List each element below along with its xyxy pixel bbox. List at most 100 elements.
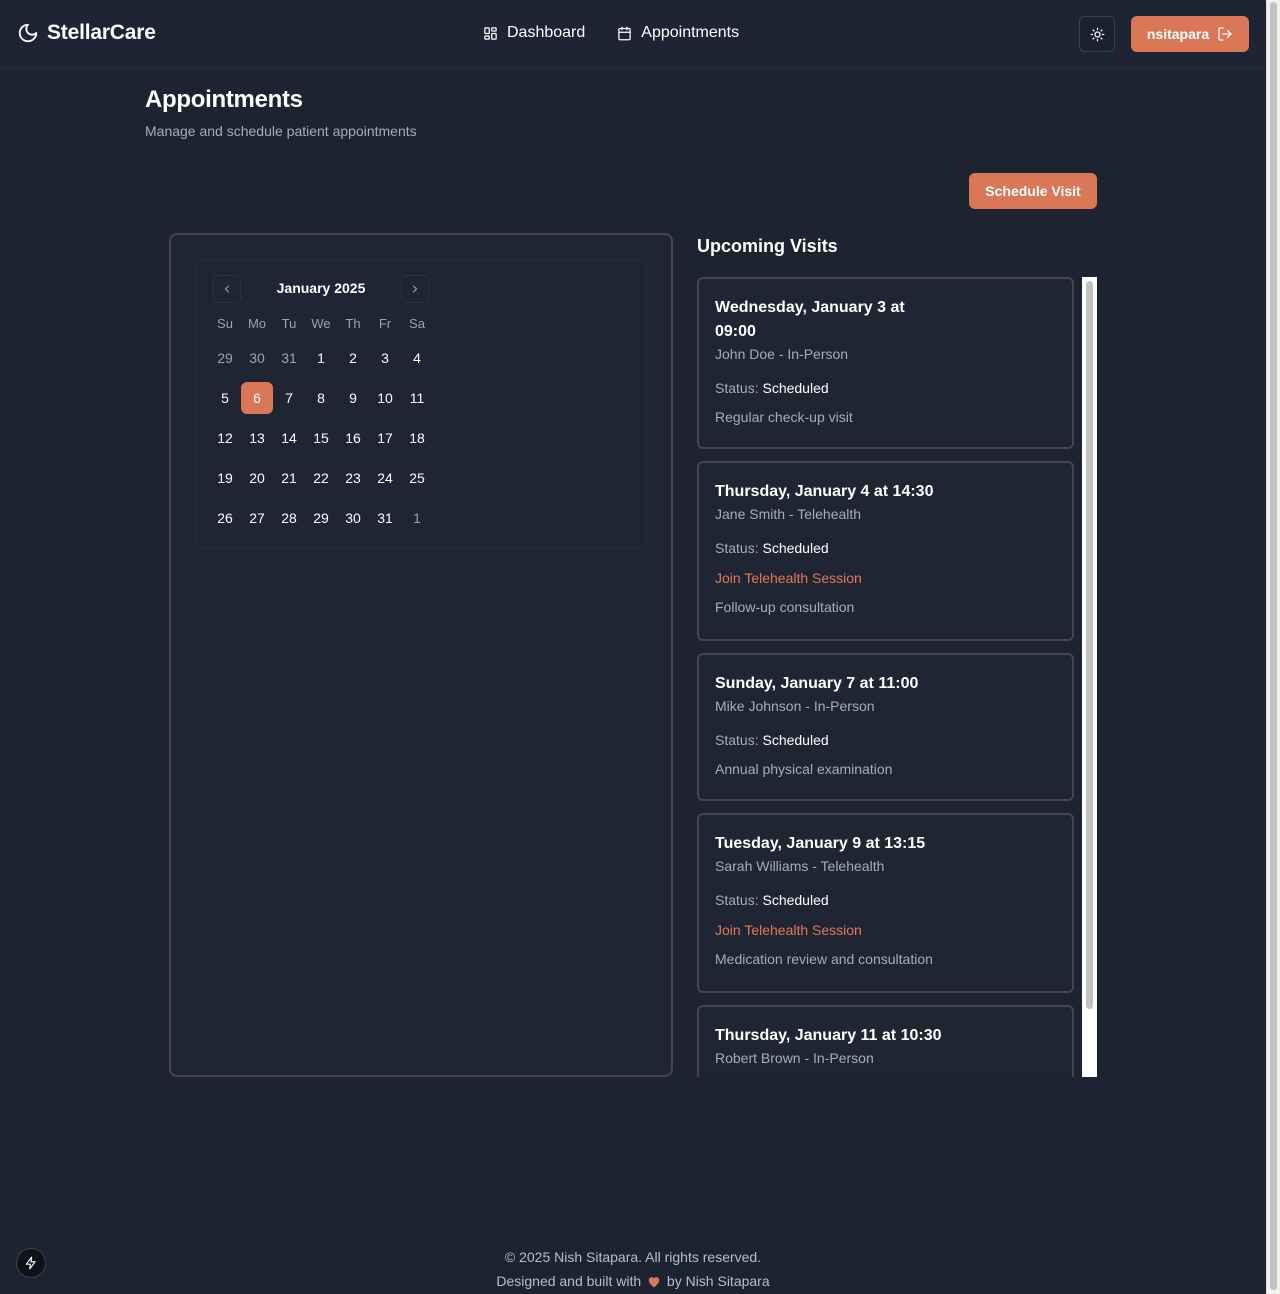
weekday-label: Sa bbox=[409, 315, 425, 331]
calendar-day[interactable]: 31 bbox=[273, 342, 305, 374]
calendar-day-selected[interactable]: 6 bbox=[241, 382, 273, 414]
calendar-day[interactable]: 12 bbox=[209, 422, 241, 454]
weekday-label: Th bbox=[345, 315, 361, 331]
calendar-grid: Su Mo Tu We Th Fr Sa 29 30 31 1 2 3 4 5 6 7 8 9 10 11 12 13 14… bbox=[209, 307, 433, 542]
visit-status-value: Scheduled bbox=[762, 380, 829, 396]
calendar-week-row: 29 30 31 1 2 3 4 bbox=[209, 342, 433, 382]
calendar-day[interactable]: 2 bbox=[337, 342, 369, 374]
calendar-day[interactable]: 25 bbox=[401, 462, 433, 494]
visit-card[interactable]: Wednesday, January 3 at 09:00 John Doe - … bbox=[697, 277, 1074, 449]
visit-patient: Robert Brown - In-Person bbox=[715, 1050, 874, 1066]
main-nav: Dashboard Appointments bbox=[483, 24, 739, 42]
footer-built-prefix: Designed and built with bbox=[496, 1273, 642, 1289]
visits-scrollbar-thumb[interactable] bbox=[1086, 281, 1093, 1009]
calendar-day[interactable]: 27 bbox=[241, 502, 273, 534]
dev-tools-button[interactable] bbox=[16, 1248, 46, 1278]
calendar-week-row: 5 6 7 8 9 10 11 bbox=[209, 382, 433, 422]
brand-name: StellarCare bbox=[47, 21, 156, 44]
visit-status-value: Scheduled bbox=[762, 540, 829, 556]
calendar-day[interactable]: 28 bbox=[273, 502, 305, 534]
visit-card[interactable]: Thursday, January 4 at 14:30 Jane Smith -… bbox=[697, 461, 1074, 641]
footer-copyright: © 2025 Nish Sitapara. All rights reserve… bbox=[504, 1249, 762, 1265]
calendar-day[interactable]: 14 bbox=[273, 422, 305, 454]
visit-card[interactable]: Sunday, January 7 at 11:00 Mike Johnson -… bbox=[697, 653, 1074, 801]
page-scrollbar-thumb[interactable] bbox=[1270, 2, 1277, 1290]
upcoming-visits-list: Wednesday, January 3 at 09:00 John Doe - … bbox=[697, 277, 1097, 1077]
calendar-week-row: 12 13 14 15 16 17 18 bbox=[209, 422, 433, 462]
calendar-panel: January 2025 Su Mo Tu We Th Fr Sa 29 30 31 1 2 3 4 5 6… bbox=[169, 233, 673, 1077]
visits-scrollbar[interactable] bbox=[1082, 277, 1097, 1077]
calendar-day[interactable]: 17 bbox=[369, 422, 401, 454]
calendar-day[interactable]: 18 bbox=[401, 422, 433, 454]
calendar-day[interactable]: 13 bbox=[241, 422, 273, 454]
theme-toggle-button[interactable] bbox=[1079, 16, 1115, 52]
calendar-icon bbox=[617, 26, 632, 41]
top-navbar: StellarCare Dashboard Appointments nsita… bbox=[0, 0, 1266, 69]
calendar-week-row: 19 20 21 22 23 24 25 bbox=[209, 462, 433, 502]
join-telehealth-link[interactable]: Join Telehealth Session bbox=[715, 570, 1056, 586]
calendar-month-label: January 2025 bbox=[276, 280, 366, 296]
calendar-day[interactable]: 3 bbox=[369, 342, 401, 374]
brand[interactable]: StellarCare bbox=[17, 21, 156, 45]
visit-note: Medication review and consultation bbox=[715, 951, 933, 967]
visit-date: Thursday, January 4 at 14:30 bbox=[715, 483, 934, 500]
calendar-day[interactable]: 16 bbox=[337, 422, 369, 454]
visit-patient: Jane Smith - Telehealth bbox=[715, 506, 862, 522]
join-telehealth-link[interactable]: Join Telehealth Session bbox=[715, 922, 1056, 938]
calendar-day[interactable]: 31 bbox=[369, 502, 401, 534]
calendar-weeks: 29 30 31 1 2 3 4 5 6 7 8 9 10 11 12 13 14 15 16 17 18 19 20 21 2… bbox=[209, 342, 433, 542]
visit-note: Follow-up consultation bbox=[715, 599, 855, 615]
logout-icon bbox=[1217, 26, 1233, 42]
calendar-day[interactable]: 22 bbox=[305, 462, 337, 494]
calendar-day[interactable]: 23 bbox=[337, 462, 369, 494]
calendar-day[interactable]: 30 bbox=[337, 502, 369, 534]
visit-status: Status: Scheduled bbox=[715, 732, 1056, 748]
visit-note: Annual physical examination bbox=[715, 761, 893, 777]
visit-date: Tuesday, January 9 at 13:15 bbox=[715, 835, 926, 852]
weekday-label: Mo bbox=[247, 315, 267, 331]
calendar-day[interactable]: 30 bbox=[241, 342, 273, 374]
calendar-day[interactable]: 19 bbox=[209, 462, 241, 494]
footer-credit: Designed and built with by Nish Sitapara bbox=[0, 1273, 1266, 1291]
page-subtitle: Manage and schedule patient appointments bbox=[145, 123, 417, 139]
user-name-label: nsitapara bbox=[1146, 26, 1210, 42]
page-scrollbar[interactable] bbox=[1266, 0, 1280, 1294]
calendar-day[interactable]: 21 bbox=[273, 462, 305, 494]
calendar-day[interactable]: 29 bbox=[209, 342, 241, 374]
visit-status-label: Status: bbox=[715, 732, 759, 748]
calendar-day[interactable]: 1 bbox=[401, 502, 433, 534]
visit-date: Sunday, January 7 at 11:00 bbox=[715, 675, 919, 692]
calendar-day[interactable]: 26 bbox=[209, 502, 241, 534]
visit-date: Thursday, January 11 at 10:30 bbox=[715, 1027, 942, 1044]
visit-status: Status: Scheduled bbox=[715, 892, 1056, 908]
prev-month-button[interactable] bbox=[213, 275, 241, 303]
visit-status: Status: Scheduled bbox=[715, 540, 1056, 556]
visit-card[interactable]: Tuesday, January 9 at 13:15 Sarah William… bbox=[697, 813, 1074, 993]
user-logout-button[interactable]: nsitapara bbox=[1131, 16, 1249, 52]
schedule-visit-button[interactable]: Schedule Visit bbox=[969, 173, 1097, 209]
visit-card[interactable]: Thursday, January 11 at 10:30 Robert Brow… bbox=[697, 1005, 1074, 1077]
calendar-day[interactable]: 29 bbox=[305, 502, 337, 534]
calendar-day[interactable]: 11 bbox=[401, 382, 433, 414]
calendar-day[interactable]: 5 bbox=[209, 382, 241, 414]
calendar-day[interactable]: 7 bbox=[273, 382, 305, 414]
sun-icon bbox=[1090, 27, 1105, 42]
weekday-label: Su bbox=[217, 315, 233, 331]
calendar-day[interactable]: 15 bbox=[305, 422, 337, 454]
calendar-day[interactable]: 10 bbox=[369, 382, 401, 414]
calendar-week-row: 26 27 28 29 30 31 1 bbox=[209, 502, 433, 542]
calendar-day[interactable]: 20 bbox=[241, 462, 273, 494]
calendar-day[interactable]: 9 bbox=[337, 382, 369, 414]
calendar-day[interactable]: 1 bbox=[305, 342, 337, 374]
nav-appointments[interactable]: Appointments bbox=[617, 24, 739, 42]
moon-icon bbox=[17, 22, 39, 44]
weekday-label: We bbox=[311, 315, 331, 331]
visit-status-label: Status: bbox=[715, 892, 759, 908]
calendar-day[interactable]: 24 bbox=[369, 462, 401, 494]
calendar-day[interactable]: 4 bbox=[401, 342, 433, 374]
visit-patient: John Doe - In-Person bbox=[715, 346, 849, 362]
visit-status-value: Scheduled bbox=[762, 892, 829, 908]
calendar-day[interactable]: 8 bbox=[305, 382, 337, 414]
nav-dashboard[interactable]: Dashboard bbox=[483, 24, 585, 42]
next-month-button[interactable] bbox=[401, 275, 429, 303]
